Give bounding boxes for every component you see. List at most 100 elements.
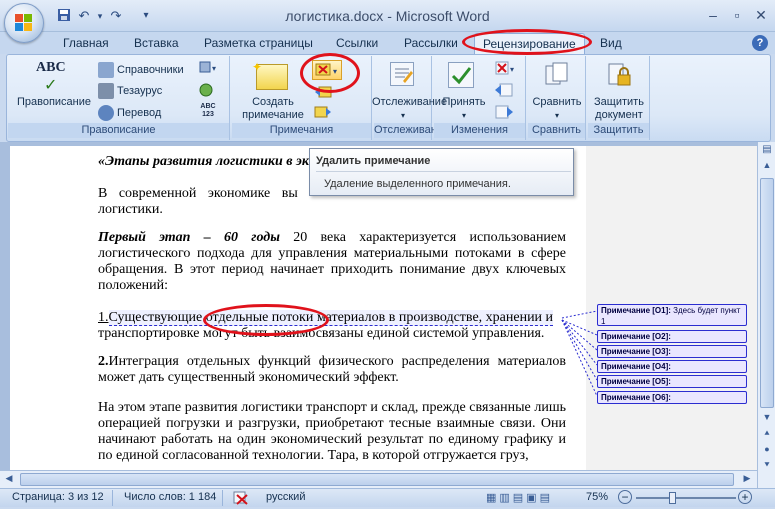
group-protect-label: Защитить [588, 123, 649, 138]
doc-paragraph-1: В современной экономике вы [98, 186, 298, 201]
comment-balloon-6[interactable]: Примечание [О6]: [597, 391, 747, 404]
doc-item-2-number: 2. [98, 354, 109, 369]
spelling-button[interactable]: ABC ✓ Правописание [14, 58, 94, 120]
maximize-button[interactable]: ▫ [726, 6, 748, 24]
annotation-ellipse-review-tab [462, 29, 592, 55]
research-label: Справочники [117, 64, 184, 76]
horizontal-scrollbar[interactable]: ◀ ▶ [0, 470, 757, 488]
office-logo-icon [15, 14, 33, 32]
tracking-label: Отслеживание [372, 96, 448, 108]
research-button[interactable]: Справочники [98, 61, 184, 79]
spelling-label: Правописание [16, 96, 92, 108]
tracking-button[interactable]: Отслеживание ▾ [372, 60, 448, 122]
new-comment-label-2: примечание [242, 109, 304, 121]
word-count-icon[interactable]: ABC 123 [198, 103, 218, 121]
set-language-icon[interactable] [198, 82, 218, 98]
horizontal-scroll-thumb[interactable] [20, 473, 734, 486]
previous-change-icon[interactable] [494, 82, 514, 100]
comment-balloon-4[interactable]: Примечание [О4]: [597, 360, 747, 373]
comment-connector-lines [561, 310, 598, 397]
zoom-slider-track[interactable] [636, 497, 736, 499]
accept-dropdown-icon: ▾ [461, 111, 466, 120]
office-button[interactable] [4, 3, 44, 43]
status-divider [112, 490, 113, 506]
zoom-in-icon[interactable]: + [738, 490, 752, 504]
tooltip-title: Удалить примечание [316, 155, 431, 167]
protect-label-2: документ [595, 109, 643, 121]
translate-label: Перевод [117, 107, 162, 119]
annotation-ellipse-text [203, 304, 329, 336]
scroll-left-icon[interactable]: ◀ [2, 473, 16, 487]
help-icon[interactable]: ? [752, 35, 768, 51]
tab-page-layout[interactable]: Разметка страницы [204, 36, 313, 50]
tooltip-description: Удаление выделенного примечания. [324, 178, 511, 190]
tab-view[interactable]: Вид [600, 36, 622, 50]
view-ruler-icon[interactable]: ▤ [760, 144, 774, 158]
view-buttons[interactable]: ▦▥▤▣▤ [486, 491, 574, 505]
accept-button[interactable]: Принять ▾ [436, 60, 492, 122]
zoom-slider-thumb[interactable] [669, 492, 676, 504]
protect-label-1: Защитить [594, 96, 644, 108]
new-comment-button[interactable]: ✦ Создать примечание [236, 58, 310, 122]
protect-document-button[interactable]: Защитить документ [588, 60, 650, 122]
doc-commented-text[interactable]: Существующие отдельные потоки материалов… [108, 310, 554, 326]
ribbon-tabs [0, 32, 775, 54]
status-page[interactable]: Страница: 3 из 12 [12, 491, 104, 503]
comment-balloon-5[interactable]: Примечание [О5]: [597, 375, 747, 388]
group-proofing-label: Правописание [8, 123, 229, 138]
translate-icon [98, 105, 114, 122]
status-word-count[interactable]: Число слов: 1 184 [124, 491, 216, 503]
doc-paragraph-4-text: Интеграция отдельных функций физического… [98, 354, 566, 385]
doc-item-1-number: 1. [98, 310, 109, 325]
svg-text:▾: ▾ [212, 64, 216, 73]
proofing-status-icon[interactable] [232, 490, 250, 506]
next-comment-icon[interactable] [314, 104, 332, 120]
doc-paragraph-2: Первый этап – 60 годы 20 века характериз… [98, 230, 566, 294]
tooltip: Удалить примечание Удаление выделенного … [309, 148, 574, 196]
close-button[interactable]: ✕ [750, 6, 772, 24]
group-compare-label: Сравнить [528, 123, 585, 138]
tab-insert[interactable]: Вставка [134, 36, 179, 50]
vertical-scrollbar[interactable]: ▤ ▲ ▼ ⯅ ● ⯆ [757, 142, 775, 488]
zoom-out-icon[interactable]: − [618, 490, 632, 504]
status-bar: Страница: 3 из 12 Число слов: 1 184 русс… [0, 488, 775, 507]
doc-paragraph-4: 2.Интеграция отдельных функций физическо… [98, 354, 566, 386]
thesaurus-icon [98, 83, 114, 100]
tab-references[interactable]: Ссылки [336, 36, 378, 50]
comment-balloon-3[interactable]: Примечание [О3]: [597, 345, 747, 358]
scroll-up-icon[interactable]: ▲ [760, 160, 774, 174]
thesaurus-button[interactable]: Тезаурус [98, 82, 162, 100]
minimize-button[interactable]: – [702, 6, 724, 24]
scroll-right-icon[interactable]: ▶ [740, 473, 754, 487]
select-browse-object-icon[interactable]: ● [760, 444, 774, 458]
lock-icon [606, 62, 632, 88]
next-page-icon[interactable]: ⯆ [760, 460, 774, 474]
screentip-language-icon[interactable]: ▾ [198, 60, 220, 76]
zoom-level[interactable]: 75% [586, 491, 608, 503]
vertical-scroll-thumb[interactable] [760, 178, 774, 408]
comment-balloon-2[interactable]: Примечание [О2]: [597, 330, 747, 343]
tracking-icon [390, 62, 414, 86]
previous-page-icon[interactable]: ⯅ [760, 428, 774, 442]
status-language[interactable]: русский [266, 491, 305, 503]
translate-button[interactable]: Перевод [98, 104, 161, 122]
group-comments-label: Примечания [232, 123, 371, 138]
reject-icon[interactable]: ▾ [494, 60, 518, 78]
checkmark-icon: ✓ [44, 77, 58, 94]
window-title: логистика.docx - Microsoft Word [285, 8, 490, 24]
doc-paragraph-1-end: логистики. [98, 202, 163, 217]
scroll-down-icon[interactable]: ▼ [760, 412, 774, 426]
tab-mailings[interactable]: Рассылки [404, 36, 458, 50]
doc-paragraph-3-line-1: 1.Существующие отдельные потоки материал… [98, 310, 566, 326]
tracking-dropdown-icon: ▾ [400, 111, 405, 120]
comment-balloon-1[interactable]: Примечание [О1]: Здесь будет пункт 1 [597, 304, 747, 326]
compare-label-button: Сравнить [532, 96, 582, 108]
compare-icon [544, 62, 570, 88]
research-icon [98, 62, 114, 79]
next-change-icon[interactable] [494, 104, 514, 122]
group-tracking-label: Отслеживание [374, 123, 450, 138]
group-changes-label: Изменения [434, 123, 525, 138]
spelling-abc-icon: ABC [36, 60, 66, 75]
compare-button[interactable]: Сравнить ▾ [528, 60, 586, 122]
tab-home[interactable]: Главная [63, 36, 109, 50]
